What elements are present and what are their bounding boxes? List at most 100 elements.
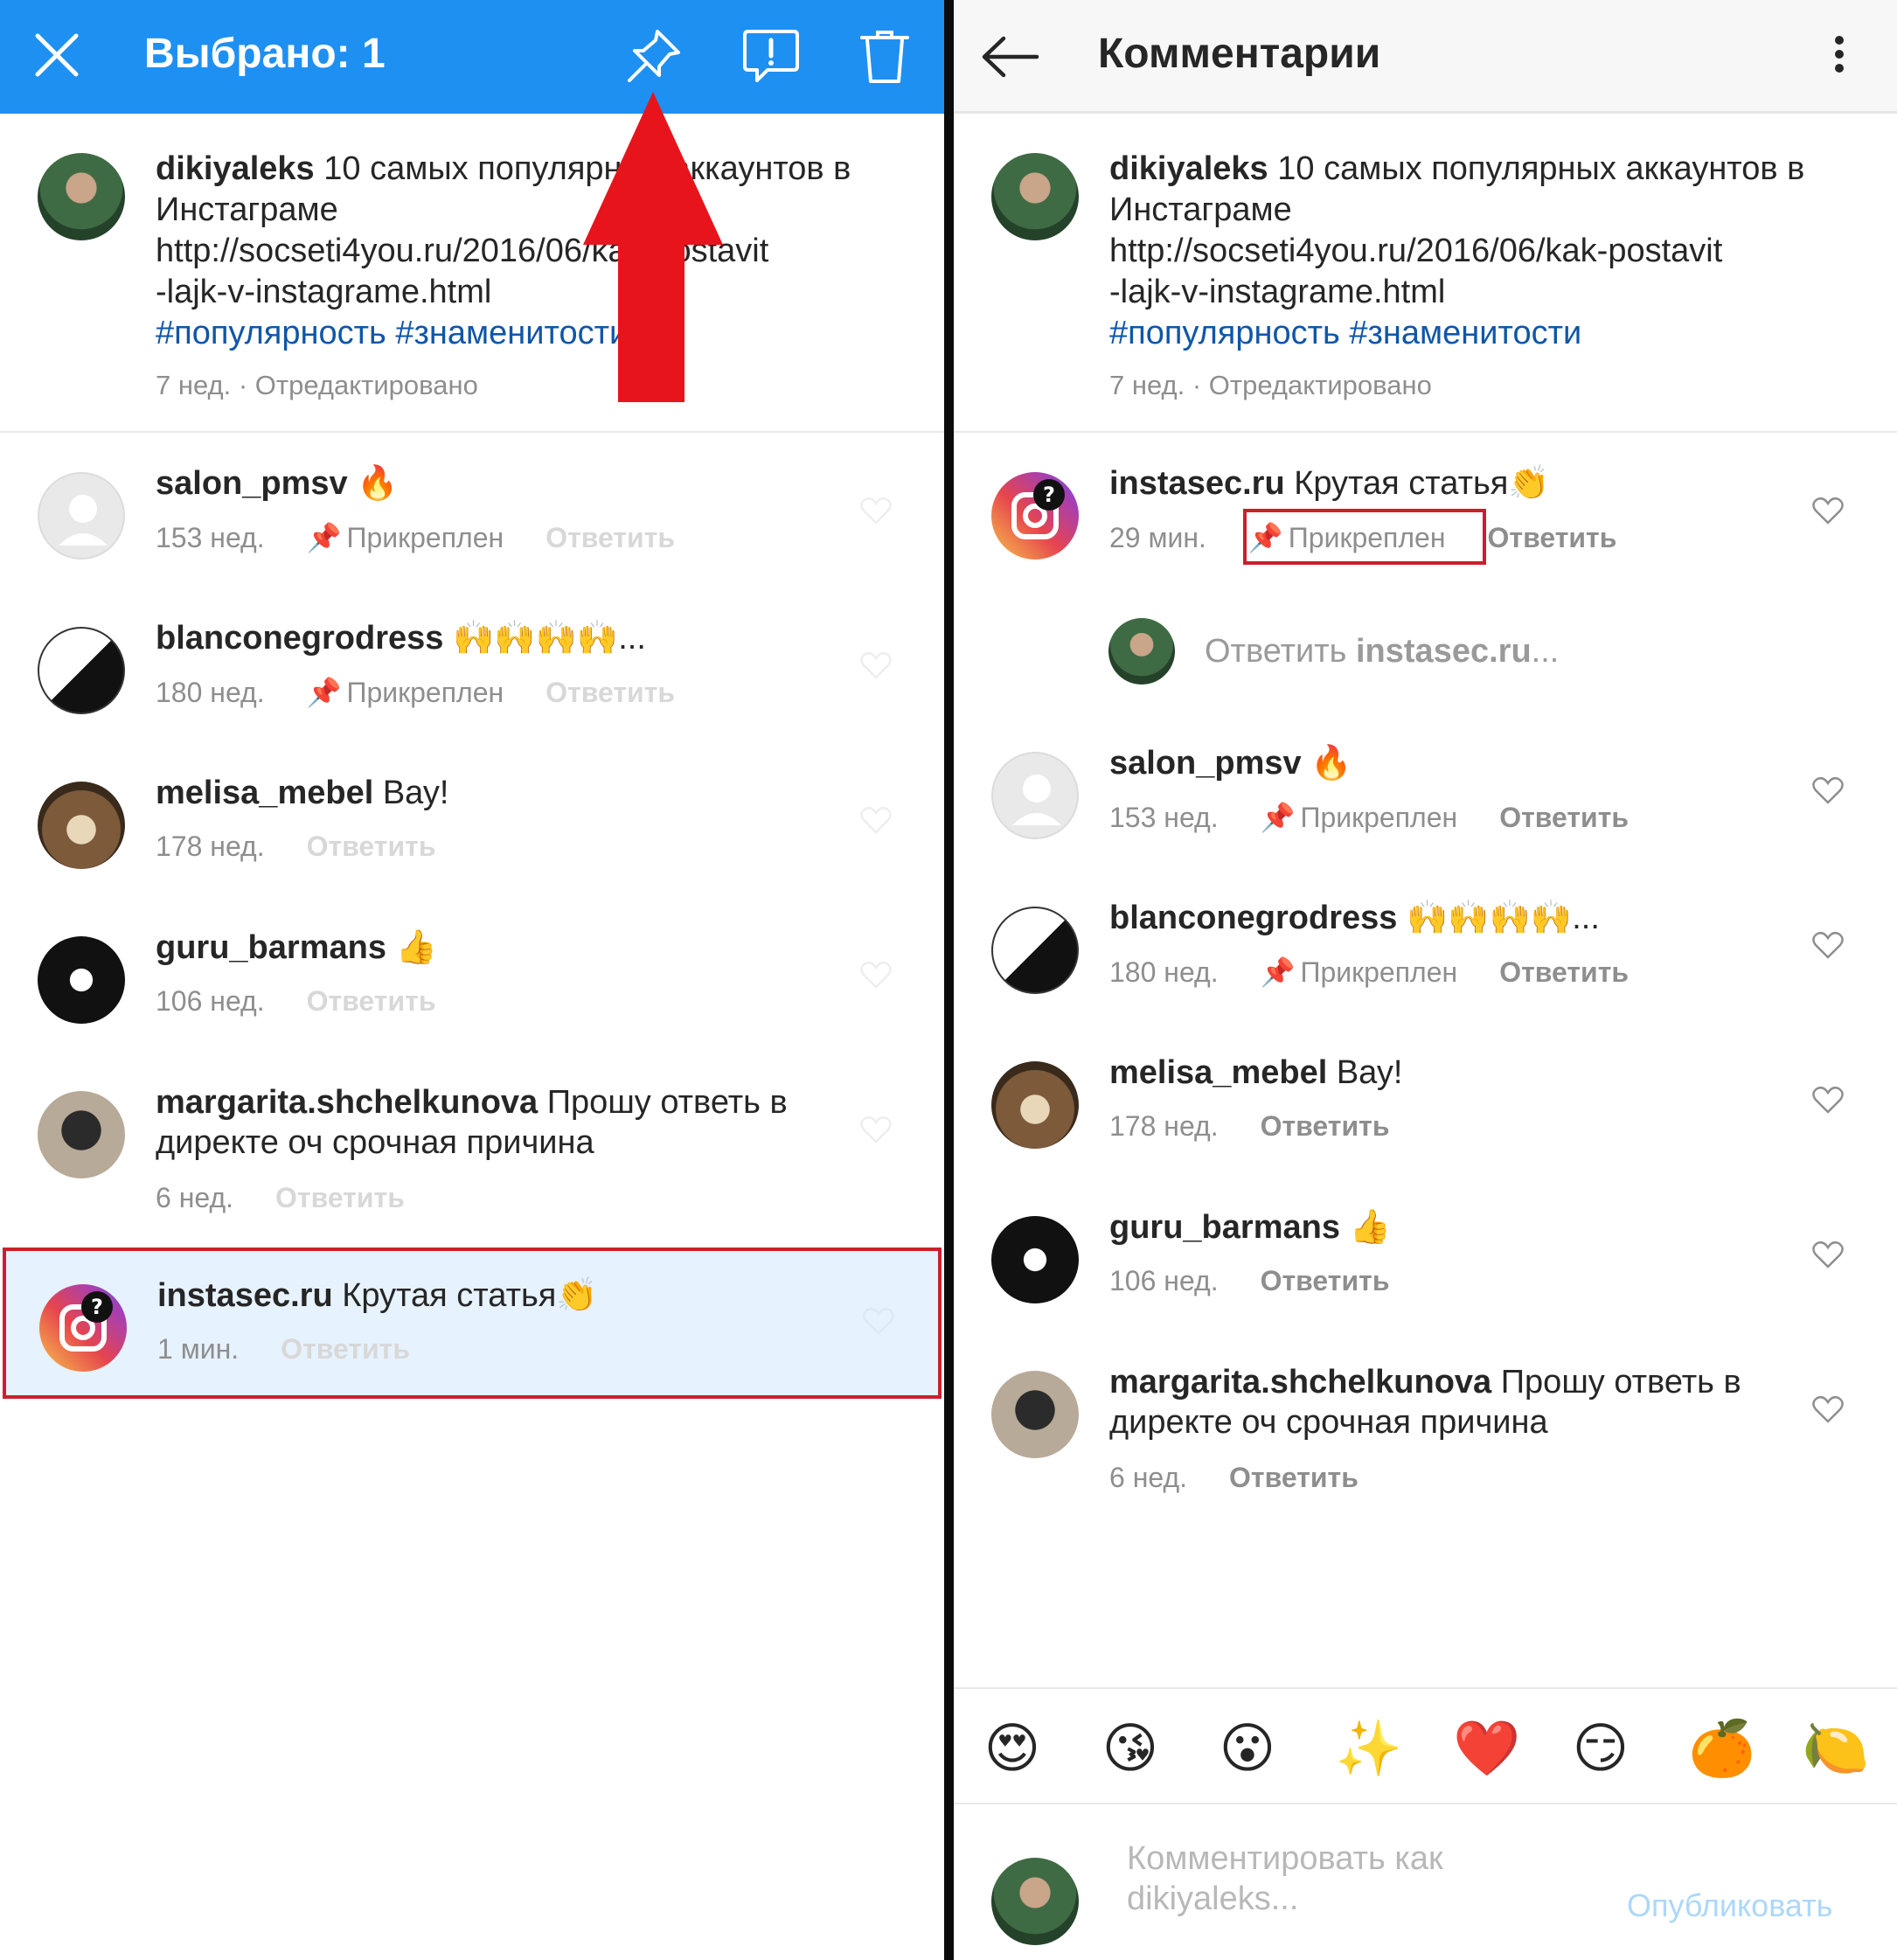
emoji-smirk[interactable]: 😏 (1570, 1719, 1631, 1780)
emoji-sparkles[interactable]: ✨ (1335, 1719, 1402, 1780)
trash-icon[interactable] (857, 26, 913, 86)
back-arrow-icon[interactable] (978, 33, 1041, 80)
caption-hashtags[interactable]: #популярность #знаменитости (156, 313, 925, 354)
comment-text: 🔥 (357, 465, 399, 502)
caption-hashtags[interactable]: #популярность #знаменитости (1109, 313, 1879, 354)
heart-icon[interactable] (860, 497, 892, 525)
heart-icon[interactable] (1812, 931, 1844, 959)
report-icon[interactable] (740, 26, 803, 86)
pinned-label: 📌 Прикреплен (1260, 802, 1458, 833)
emoji-tangerine[interactable]: 🍊 (1688, 1719, 1755, 1780)
comment-time: 178 нед. (156, 831, 265, 862)
avatar[interactable] (38, 627, 125, 714)
comment-username[interactable]: melisa_mebel (1109, 1054, 1327, 1091)
heart-icon[interactable] (1812, 1241, 1844, 1268)
heart-icon[interactable] (860, 806, 892, 834)
heart-icon[interactable] (860, 651, 892, 679)
close-icon[interactable] (31, 29, 83, 81)
comment-username[interactable]: guru_barmans (156, 929, 386, 966)
avatar[interactable] (991, 907, 1079, 994)
reply-button[interactable]: Ответить (275, 1182, 405, 1214)
comment-item-selected[interactable]: ? instasec.ru Крутая статья👏 1 мин. Ответ… (3, 1248, 942, 1399)
caption-link[interactable]: http://socseti4you.ru/2016/06/kak-postav… (1109, 231, 1879, 272)
caption-link[interactable]: -lajk-v-instagrame.html (156, 272, 925, 313)
caption-username[interactable]: dikiyaleks (1109, 150, 1268, 187)
instagram-logo-avatar[interactable]: ? (991, 472, 1079, 560)
reply-button[interactable]: Ответить (545, 677, 675, 709)
avatar[interactable] (991, 752, 1079, 839)
publish-button[interactable]: Опубликовать (1627, 1887, 1832, 1924)
comment-username[interactable]: blanconegrodress (156, 620, 443, 657)
comment-username[interactable]: melisa_mebel (156, 775, 373, 811)
comment-username[interactable]: blanconegrodress (1109, 900, 1397, 936)
avatar[interactable] (38, 936, 125, 1024)
avatar[interactable] (991, 1216, 1079, 1303)
reply-button[interactable]: Ответить (307, 831, 436, 863)
comment-item[interactable]: melisa_mebel Вау! 178 нед. Ответить (954, 1026, 1897, 1175)
comment-username[interactable]: salon_pmsv (156, 465, 348, 502)
caption-link[interactable]: http://socseti4you.ru/2016/06/kak-postav… (156, 231, 925, 272)
avatar[interactable] (38, 472, 125, 560)
reply-button[interactable]: Ответить (1229, 1462, 1358, 1494)
comment-item[interactable]: guru_barmans 👍 106 нед. Ответить (954, 1181, 1897, 1330)
reply-button[interactable]: Ответить (1261, 1110, 1390, 1143)
post-caption: dikiyaleks 10 самых популярных аккаунтов… (954, 114, 1897, 433)
heart-icon[interactable] (1812, 497, 1844, 525)
more-options-icon[interactable] (1829, 33, 1850, 79)
emoji-heart-eyes[interactable]: 😍 (982, 1719, 1043, 1780)
comment-username[interactable]: guru_barmans (1109, 1209, 1340, 1246)
comment-text: 🔥 (1310, 745, 1352, 782)
avatar[interactable] (38, 782, 125, 869)
emoji-surprised[interactable]: 😮 (1217, 1719, 1278, 1780)
caption-username[interactable]: dikiyaleks (156, 150, 315, 187)
comment-item[interactable]: blanconegrodress 🙌🙌🙌🙌... 180 нед. 📌 Прикре… (0, 592, 944, 740)
emoji-lemon[interactable]: 🍋 (1802, 1719, 1869, 1780)
avatar[interactable] (991, 153, 1079, 240)
heart-icon[interactable] (860, 961, 892, 989)
avatar[interactable] (38, 153, 125, 240)
reply-button[interactable]: Ответить (1499, 956, 1629, 989)
comment-item[interactable]: melisa_mebel Вау! 178 нед. Ответить (0, 747, 944, 895)
selection-toolbar: Выбрано: 1 (0, 0, 944, 114)
heart-icon[interactable] (863, 1307, 894, 1335)
caption-link[interactable]: -lajk-v-instagrame.html (1109, 272, 1879, 313)
reply-button[interactable]: Ответить (307, 985, 436, 1018)
comment-username[interactable]: margarita.shchelkunova (156, 1084, 538, 1121)
comment-item[interactable]: guru_barmans 👍 106 нед. Ответить (0, 901, 944, 1050)
reply-button[interactable]: Ответить (281, 1333, 410, 1366)
reply-button[interactable]: Ответить (1261, 1265, 1390, 1297)
comment-username[interactable]: instasec.ru (1109, 465, 1285, 502)
comment-item[interactable]: margarita.shchelkunova Прошу ответь в ди… (0, 1056, 944, 1244)
comment-username[interactable]: margarita.shchelkunova (1109, 1364, 1491, 1400)
comment-time: 180 нед. (1109, 956, 1219, 988)
avatar[interactable] (38, 1091, 125, 1178)
red-arrow-annotation (583, 92, 723, 402)
comment-input[interactable]: Комментировать как dikiyaleks... (1127, 1838, 1443, 1919)
heart-icon[interactable] (1812, 776, 1844, 804)
reply-button[interactable]: Ответить (1488, 522, 1617, 554)
instagram-logo-avatar[interactable]: ? (39, 1284, 127, 1372)
comment-username[interactable]: salon_pmsv (1109, 745, 1302, 782)
right-panel: Комментарии dikiyaleks 10 самых популярн… (954, 0, 1897, 1960)
pin-small-icon: 📌 (306, 677, 342, 708)
heart-icon[interactable] (1812, 1086, 1844, 1114)
comment-item[interactable]: salon_pmsv 🔥 153 нед. 📌 Прикреплен Ответить (0, 437, 944, 586)
avatar[interactable] (991, 1061, 1079, 1149)
reply-prompt[interactable]: Ответить instasec.ru... (1205, 633, 1559, 671)
comment-time: 180 нед. (156, 677, 265, 708)
comment-username[interactable]: instasec.ru (157, 1277, 333, 1314)
comment-item[interactable]: blanconegrodress 🙌🙌🙌🙌... 180 нед. 📌 Прикре… (954, 872, 1897, 1020)
pin-small-icon: 📌 (1260, 956, 1296, 988)
heart-icon[interactable] (1812, 1395, 1844, 1423)
caption-meta: 7 нед. · Отредактировано (1109, 370, 1432, 400)
reply-button[interactable]: Ответить (1499, 802, 1629, 834)
comment-item[interactable]: salon_pmsv 🔥 153 нед. 📌 Прикреплен Ответить (954, 717, 1897, 865)
reply-button[interactable]: Ответить (545, 522, 675, 554)
heart-icon[interactable] (860, 1116, 892, 1143)
emoji-kiss[interactable]: 😘 (1100, 1719, 1161, 1780)
pin-icon[interactable] (622, 24, 685, 87)
avatar[interactable] (991, 1371, 1079, 1458)
emoji-red-heart[interactable]: ❤️ (1453, 1719, 1520, 1780)
caption-line: Инстаграме (1109, 191, 1292, 228)
comment-item[interactable]: margarita.shchelkunova Прошу ответь в ди… (954, 1336, 1897, 1524)
